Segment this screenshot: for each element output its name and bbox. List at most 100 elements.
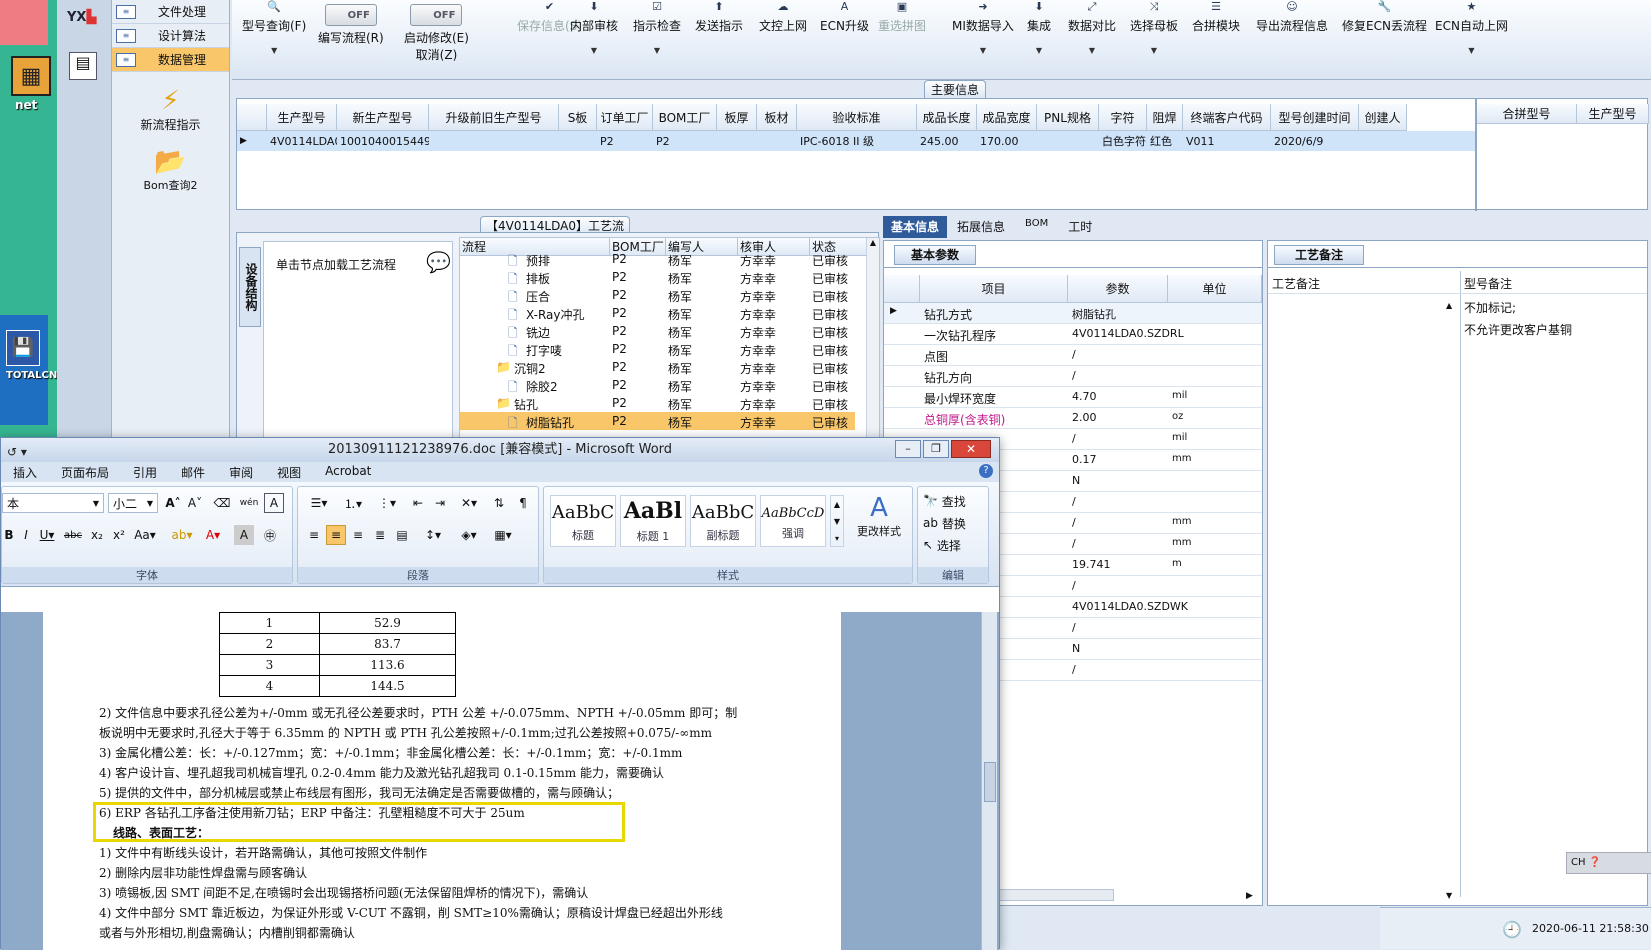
tab-bom[interactable]: BOM	[1015, 216, 1058, 238]
column-header[interactable]: PNL规格	[1037, 104, 1099, 131]
param-value[interactable]: /	[1072, 516, 1076, 529]
param-value[interactable]: /	[1072, 663, 1076, 676]
equipment-structure-tab[interactable]: 设备结构	[239, 247, 261, 327]
column-header[interactable]: 阻焊	[1147, 104, 1183, 131]
param-value[interactable]: /	[1072, 369, 1076, 382]
tab-work-hours[interactable]: 工时	[1058, 216, 1102, 238]
column-header[interactable]: BOM工厂	[653, 104, 717, 131]
tab-extended-info[interactable]: 拓展信息	[947, 216, 1015, 238]
borders-icon[interactable]: ▦▾	[488, 525, 518, 545]
tree-row[interactable]: 📁 沉铜2 P2 杨军 方幸幸 已审核	[460, 358, 855, 376]
tree-row[interactable]: 🗋 预排 P2 杨军 方幸幸 已审核	[460, 250, 855, 268]
horizontal-scrollbar[interactable]	[994, 889, 1114, 901]
tree-row[interactable]: 🗋 树脂钻孔 P2 杨军 方幸幸 已审核	[460, 412, 855, 430]
table-cell[interactable]: 144.5	[319, 675, 456, 697]
word-tab[interactable]: 插入	[1, 462, 49, 482]
bold-icon[interactable]: B	[2, 525, 16, 545]
font-color-icon[interactable]: A▾	[200, 525, 226, 545]
mi-import-button[interactable]: ➜ MI数据导入 ▼	[952, 0, 1014, 80]
export-process-button[interactable]: ☺ 导出流程信息	[1256, 0, 1328, 80]
decrease-indent-icon[interactable]: ⇤	[408, 493, 428, 513]
param-value[interactable]: N	[1072, 474, 1080, 487]
column-header[interactable]: 新生产型号	[337, 104, 429, 131]
send-instruction-button[interactable]: ⬆ 发送指示	[695, 0, 743, 80]
tree-row[interactable]: 🗋 打字唛 P2 杨军 方幸幸 已审核	[460, 340, 855, 358]
select-master-button[interactable]: ⤨ 选择母板 ▼	[1130, 0, 1178, 80]
table-cell[interactable]: 3	[219, 654, 320, 676]
char-border-icon[interactable]: A	[264, 493, 284, 513]
shading-icon[interactable]: ◈▾	[454, 525, 484, 545]
word-tab[interactable]: 邮件	[169, 462, 217, 482]
table-cell[interactable]: 4	[219, 675, 320, 697]
font-size-select[interactable]: 小二 ▼	[108, 493, 158, 513]
align-right-icon[interactable]: ≡	[348, 525, 368, 545]
write-process-toggle[interactable]: OFF 编写流程(R)	[318, 0, 384, 80]
scroll-up-icon[interactable]: ▲	[867, 238, 879, 247]
justify-icon[interactable]: ≣	[370, 525, 390, 545]
ime-indicator[interactable]: CH ❓	[1566, 852, 1651, 874]
word-tab[interactable]: 视图	[265, 462, 313, 482]
distributed-icon[interactable]: ▤	[392, 525, 412, 545]
change-styles-button[interactable]: A 更改样式	[848, 493, 910, 539]
document-line[interactable]: 4) 文件中部分 SMT 靠近板边，为保证外形或 V-CUT 不露铜，削 SMT…	[99, 904, 723, 921]
column-header[interactable]: 升级前旧生产型号	[429, 104, 559, 131]
increase-indent-icon[interactable]: ⇥	[430, 493, 450, 513]
document-line[interactable]: 3) 金属化槽公差：长：+/-0.127mm；宽：+/-0.1mm；非金属化槽公…	[99, 744, 682, 761]
underline-icon[interactable]: U▾	[36, 525, 58, 545]
restore-icon[interactable]: ❐	[923, 440, 949, 458]
table-cell[interactable]: 红色	[1147, 131, 1183, 151]
word-tab[interactable]: 审阅	[217, 462, 265, 482]
tree-row[interactable]: 📁 钻孔 P2 杨军 方幸幸 已审核	[460, 394, 855, 412]
ecn-auto-online-button[interactable]: ★ ECN自动上网 ▼	[1435, 0, 1508, 80]
column-header[interactable]: 验收标准	[797, 104, 917, 131]
sort-icon[interactable]: ⇅	[488, 493, 510, 513]
menu-file-processing[interactable]: ≡ 文件处理	[112, 0, 229, 24]
new-process-tile[interactable]: ⚡ 新流程指示	[112, 86, 229, 133]
menu-design-algorithm[interactable]: ≡ 设计算法	[112, 24, 229, 48]
tree-row[interactable]: 🗋 压合 P2 杨军 方幸幸 已审核	[460, 286, 855, 304]
quick-access-icon[interactable]: ↺ ▾	[7, 440, 27, 464]
table-cell[interactable]: IPC-6018 II 级	[797, 131, 917, 151]
highlight-icon[interactable]: ab▾	[168, 525, 196, 545]
column-header[interactable]: 成品宽度	[977, 104, 1037, 131]
param-value[interactable]: 4V0114LDA0.SZDWK	[1072, 600, 1188, 613]
table-cell[interactable]: 170.00	[977, 131, 1037, 151]
word-vertical-scrollbar[interactable]	[981, 612, 997, 950]
multilevel-list-icon[interactable]: ⋮▾	[372, 493, 402, 513]
strikethrough-icon[interactable]: abc	[62, 525, 84, 545]
param-value[interactable]: 4.70	[1072, 390, 1097, 403]
document-line[interactable]: 3) 喷锡板,因 SMT 间距不足,在喷锡时会出现锡搭桥问题(无法保留阻焊桥的情…	[99, 884, 588, 901]
param-row[interactable]: 总铜厚(含表铜) 2.00 oz	[884, 408, 1262, 429]
clear-format-icon[interactable]: ⌫	[212, 493, 232, 513]
table-cell[interactable]: 83.7	[319, 633, 456, 655]
minimize-icon[interactable]: –	[895, 440, 921, 458]
remark-line[interactable]: 不加标记;	[1464, 299, 1516, 316]
table-cell[interactable]: 245.00	[917, 131, 977, 151]
param-value[interactable]: 0.17	[1072, 453, 1097, 466]
param-value[interactable]: /	[1072, 348, 1076, 361]
scroll-down-icon[interactable]: ▼	[1446, 891, 1452, 900]
totalcn-desktop-icon[interactable]: 💾 TOTALCN	[6, 330, 57, 381]
word-tab[interactable]: Acrobat	[313, 462, 383, 482]
style-scroll[interactable]: ▲ ▼ ▾	[830, 495, 844, 547]
param-value[interactable]: /	[1072, 432, 1076, 445]
column-header[interactable]: 订单工厂	[597, 104, 653, 131]
chinese-layout-icon[interactable]: ✕▾	[454, 493, 484, 513]
table-cell[interactable]: 52.9	[319, 612, 456, 634]
instruction-check-button[interactable]: ☑ 指示检查 ▼	[633, 0, 681, 80]
char-shading-icon[interactable]: A	[234, 525, 254, 545]
table-cell[interactable]: 1	[219, 612, 320, 634]
word-tab[interactable]: 页面布局	[49, 462, 121, 482]
fix-ecn-button[interactable]: 🔧 修复ECN丢流程	[1342, 0, 1427, 80]
table-cell[interactable]	[717, 131, 757, 151]
enclose-char-icon[interactable]: ㊥	[260, 525, 280, 545]
basic-params-tab[interactable]: 基本参数	[894, 245, 976, 265]
close-icon[interactable]: ✕	[951, 440, 991, 458]
column-header[interactable]: 创建人	[1359, 104, 1407, 131]
param-row[interactable]: 一次钻孔程序 4V0114LDA0.SZDRL	[884, 324, 1262, 345]
document-line[interactable]: 2) 删除内层非功能性焊盘需与顾客确认	[99, 864, 307, 881]
superscript-icon[interactable]: x²	[110, 525, 128, 545]
param-value[interactable]: 4V0114LDA0.SZDRL	[1072, 327, 1184, 340]
param-value[interactable]: /	[1072, 579, 1076, 592]
grow-font-icon[interactable]: A˄	[164, 493, 182, 513]
